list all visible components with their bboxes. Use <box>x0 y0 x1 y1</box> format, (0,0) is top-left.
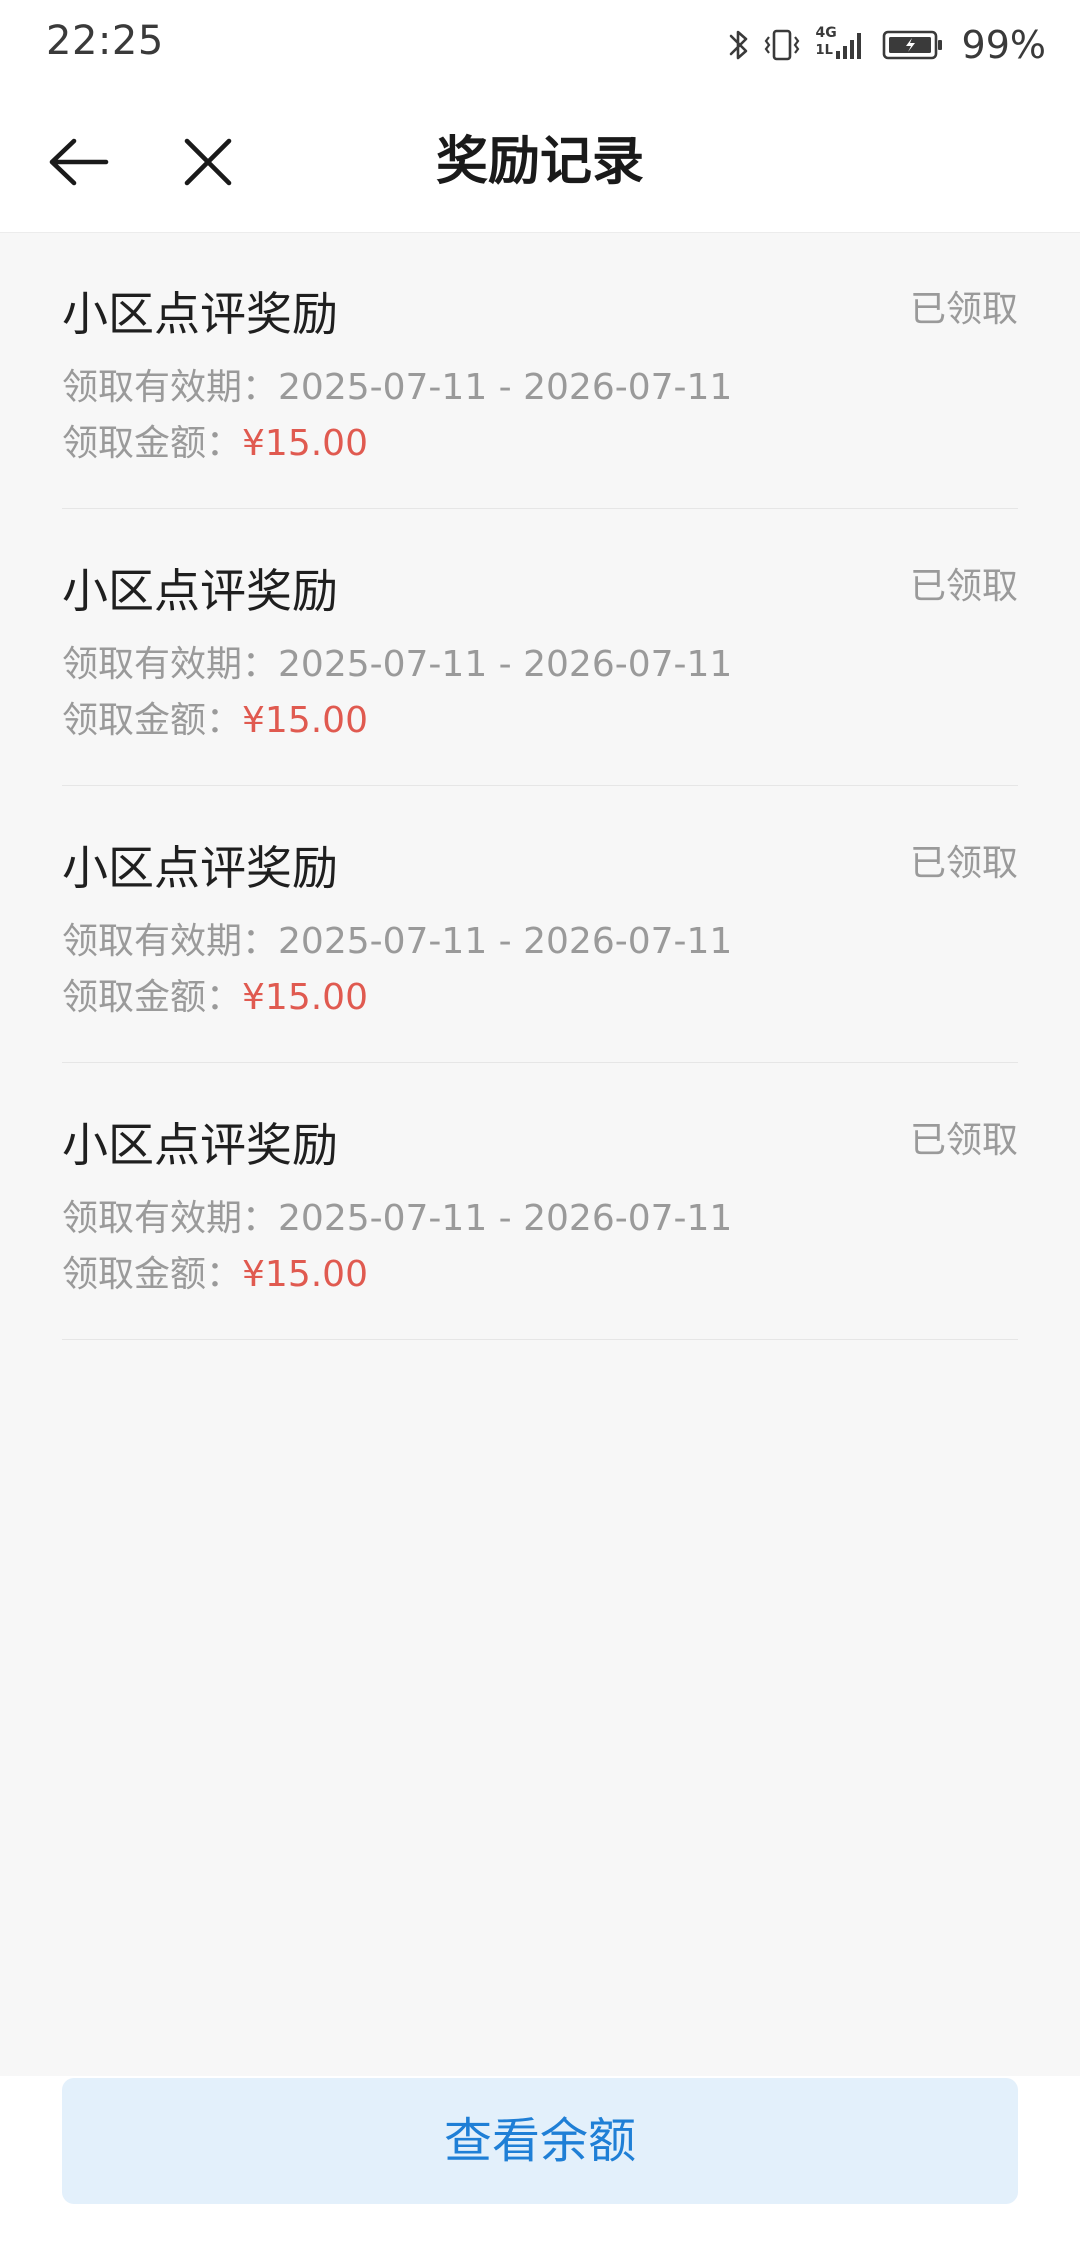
header: 奖励记录 <box>0 92 1080 233</box>
period-label: 领取有效期： <box>62 644 279 685</box>
vibrate-icon <box>762 27 802 63</box>
record-title: 小区点评奖励 <box>62 564 338 618</box>
amount-value: ¥15.00 <box>242 977 368 1018</box>
battery-percent: 99% <box>961 23 1046 67</box>
list-item[interactable]: 小区点评奖励 已领取 领取有效期：2025-07-11 - 2026-07-11… <box>62 509 1018 786</box>
record-amount: 领取金额：¥15.00 <box>62 968 368 1020</box>
amount-value: ¥15.00 <box>242 423 368 464</box>
record-amount: 领取金额：¥15.00 <box>62 691 368 743</box>
amount-label: 领取金额： <box>62 700 243 741</box>
record-period: 领取有效期：2025-07-11 - 2026-07-11 <box>62 358 732 410</box>
record-amount: 领取金额：¥15.00 <box>62 414 368 466</box>
close-icon <box>184 138 232 186</box>
record-title: 小区点评奖励 <box>62 841 338 895</box>
status-badge: 已领取 <box>909 843 1018 884</box>
record-amount: 领取金额：¥15.00 <box>62 1245 368 1297</box>
status-bar: 22:25 4G 1L 99% <box>0 0 1080 92</box>
period-value: 2025-07-11 - 2026-07-11 <box>278 1198 733 1239</box>
period-value: 2025-07-11 - 2026-07-11 <box>278 921 733 962</box>
amount-value: ¥15.00 <box>242 1254 368 1295</box>
status-badge: 已领取 <box>909 1120 1018 1161</box>
amount-label: 领取金额： <box>62 1254 243 1295</box>
battery-icon <box>882 29 944 61</box>
list-item[interactable]: 小区点评奖励 已领取 领取有效期：2025-07-11 - 2026-07-11… <box>62 786 1018 1063</box>
record-period: 领取有效期：2025-07-11 - 2026-07-11 <box>62 1189 732 1241</box>
status-badge: 已领取 <box>909 566 1018 607</box>
list-item[interactable]: 小区点评奖励 已领取 领取有效期：2025-07-11 - 2026-07-11… <box>62 1063 1018 1340</box>
bluetooth-icon <box>728 27 750 63</box>
record-title: 小区点评奖励 <box>62 1118 338 1172</box>
amount-label: 领取金额： <box>62 977 243 1018</box>
status-badge: 已领取 <box>909 289 1018 330</box>
network-type-label: 4G <box>815 25 837 41</box>
page-title: 奖励记录 <box>435 132 644 192</box>
reward-records-list: 小区点评奖励 已领取 领取有效期：2025-07-11 - 2026-07-11… <box>62 232 1018 1340</box>
status-time: 22:25 <box>46 18 164 64</box>
status-icons: 4G 1L 99% <box>728 18 1046 72</box>
period-value: 2025-07-11 - 2026-07-11 <box>278 644 733 685</box>
period-value: 2025-07-11 - 2026-07-11 <box>278 367 733 408</box>
period-label: 领取有效期： <box>62 921 279 962</box>
record-period: 领取有效期：2025-07-11 - 2026-07-11 <box>62 635 732 687</box>
period-label: 领取有效期： <box>62 367 279 408</box>
network-sub-label: 1L <box>815 43 833 58</box>
arrow-left-icon <box>49 138 109 186</box>
signal-icon: 4G 1L <box>814 25 870 65</box>
view-balance-button[interactable]: 查看余额 <box>62 2078 1018 2204</box>
record-title: 小区点评奖励 <box>62 287 338 341</box>
back-button[interactable] <box>40 122 120 202</box>
amount-label: 领取金额： <box>62 423 243 464</box>
list-item[interactable]: 小区点评奖励 已领取 领取有效期：2025-07-11 - 2026-07-11… <box>62 232 1018 509</box>
record-period: 领取有效期：2025-07-11 - 2026-07-11 <box>62 912 732 964</box>
period-label: 领取有效期： <box>62 1198 279 1239</box>
amount-value: ¥15.00 <box>242 700 368 741</box>
close-button[interactable] <box>168 122 248 202</box>
